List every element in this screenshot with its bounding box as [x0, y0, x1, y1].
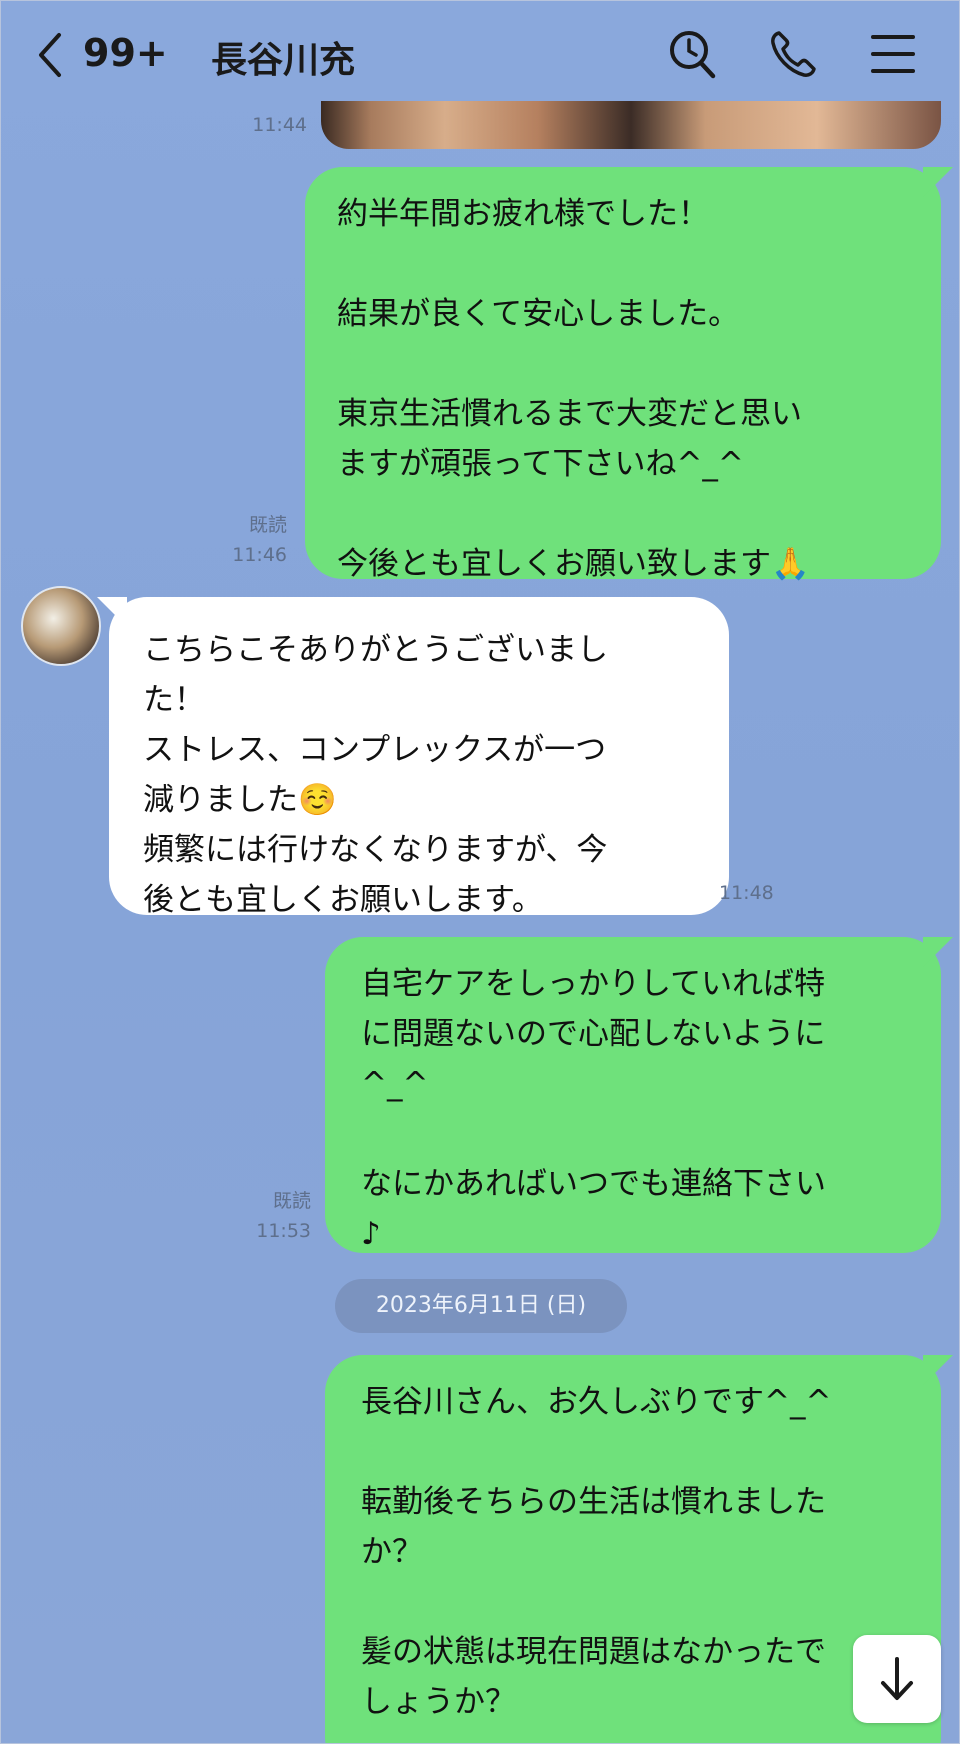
- outgoing-message[interactable]: 約半年間お疲れ様でした！ 結果が良くて安心しました。 東京生活慣れるまで大変だと…: [305, 167, 941, 582]
- call-button[interactable]: [765, 25, 821, 83]
- incoming-message[interactable]: こちらこそありがとうございまし た！ ストレス、コンプレックスが一つ 減りました…: [109, 597, 729, 918]
- message-time: 11:46: [232, 544, 287, 566]
- arrow-down-icon: [881, 1657, 913, 1700]
- contact-name: 長谷川充: [211, 40, 356, 81]
- phone-icon: [771, 31, 816, 77]
- message-time: 11:53: [256, 1220, 311, 1242]
- outgoing-message[interactable]: 長谷川さん、お久しぶりです^_^ 転勤後そちらの生活は慣れました か？ 髪の状態…: [325, 1355, 941, 1743]
- photo-message[interactable]: [321, 101, 941, 149]
- message-time: 11:48: [719, 882, 774, 904]
- read-receipt: 既読: [272, 1190, 311, 1212]
- read-receipt: 既読: [248, 514, 287, 536]
- back-button[interactable]: [31, 29, 71, 81]
- search-icon: [670, 31, 716, 79]
- message-time: 11:44: [252, 114, 307, 136]
- chat-header: 99+ 長谷川充: [1, 1, 959, 109]
- unread-count[interactable]: 99+: [83, 31, 168, 75]
- chevron-left-icon: [39, 33, 61, 77]
- menu-icon: [871, 35, 915, 73]
- date-separator: 2023年6月11日 (日): [335, 1279, 627, 1333]
- chat-screen: 99+ 長谷川充 11:44 既読 11:46 約半年間お疲れ様でした！ 結果が…: [0, 0, 960, 1744]
- search-button[interactable]: [665, 25, 721, 83]
- avatar[interactable]: [21, 586, 101, 666]
- menu-button[interactable]: [865, 25, 921, 83]
- scroll-to-bottom-button[interactable]: [853, 1635, 941, 1723]
- outgoing-message[interactable]: 自宅ケアをしっかりしていれば特 に問題ないので心配しないように ^_^ なにかあ…: [325, 937, 941, 1253]
